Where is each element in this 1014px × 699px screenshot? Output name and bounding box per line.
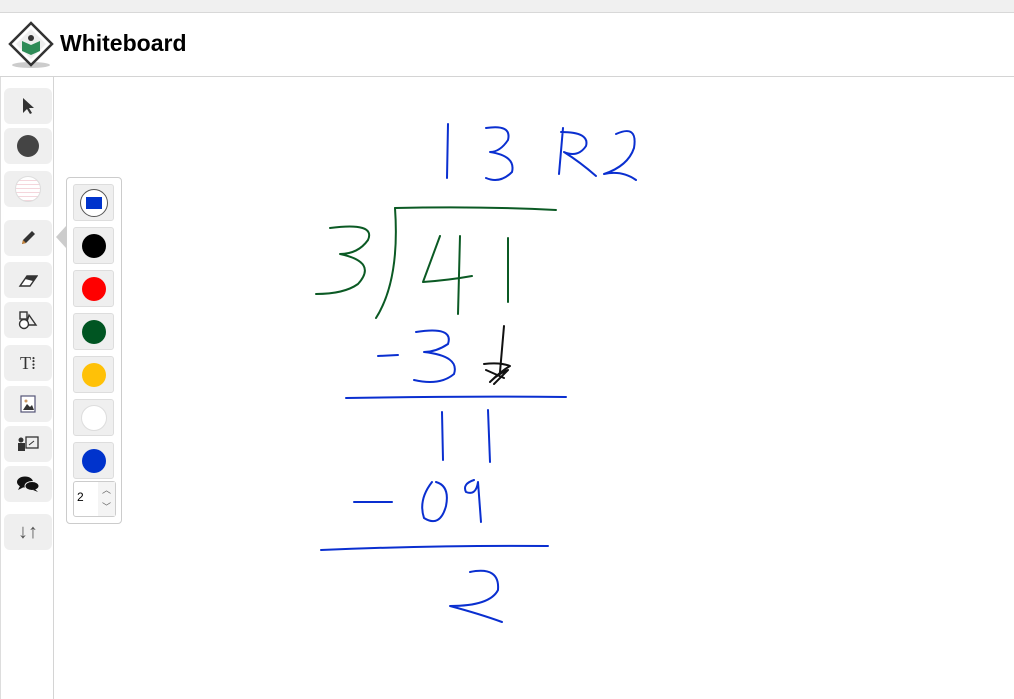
browser-top-bar [0, 0, 1014, 13]
shapes-icon [18, 311, 38, 330]
chat-bubbles-icon [17, 476, 40, 492]
select-tool-button[interactable] [4, 88, 52, 124]
lined-circle-icon [15, 176, 41, 202]
green-strokes [315, 206, 557, 319]
text-tool-button[interactable]: T⁞ [4, 345, 52, 381]
eraser-tool-button[interactable] [4, 262, 52, 298]
cursor-arrow-icon [23, 98, 34, 114]
stroke-color-button[interactable] [4, 128, 52, 164]
app-title: Whiteboard [60, 30, 187, 56]
toolbar: T⁞ ↓↑ [0, 77, 54, 699]
background-button[interactable] [4, 171, 52, 207]
image-tool-button[interactable] [4, 386, 52, 422]
app-logo [8, 21, 54, 68]
text-icon: T⁞ [20, 352, 36, 373]
chat-tool-button[interactable] [4, 466, 52, 502]
pencil-tool-button[interactable] [4, 220, 52, 256]
drawing-canvas[interactable] [55, 77, 1014, 699]
pencil-icon [22, 231, 35, 244]
eraser-icon [18, 275, 38, 287]
header: Whiteboard [0, 13, 1014, 77]
black-strokes [483, 325, 511, 385]
blue-strokes [320, 123, 637, 623]
image-icon [20, 395, 36, 413]
shapes-tool-button[interactable] [4, 302, 52, 338]
arrows-up-down-icon: ↓↑ [18, 520, 38, 543]
presenter-icon [18, 436, 39, 451]
sort-tool-button[interactable]: ↓↑ [4, 514, 52, 550]
dark-circle-icon [17, 135, 39, 157]
presenter-tool-button[interactable] [4, 426, 52, 462]
